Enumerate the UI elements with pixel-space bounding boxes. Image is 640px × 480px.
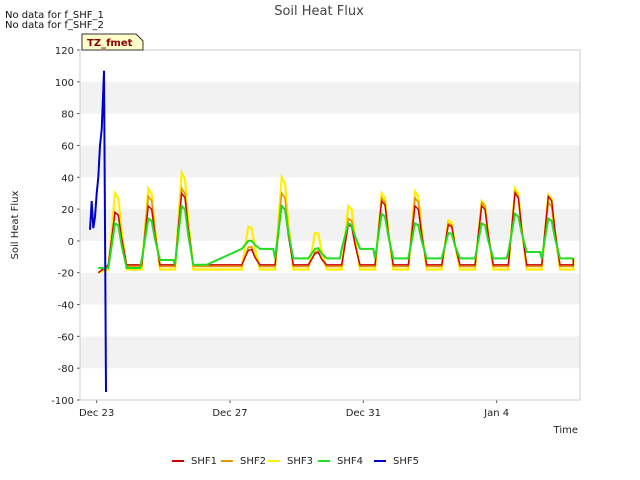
grid-band (80, 336, 580, 369)
legend-label-shf2: SHF2 (240, 456, 266, 467)
y-tick-label: -20 (58, 269, 74, 280)
y-axis-label: Soil Heat Flux (10, 190, 21, 259)
grid-band (80, 50, 580, 82)
x-tick-label: Dec 23 (79, 408, 114, 419)
grid-band (80, 304, 580, 337)
x-axis-ticks: Dec 23 Dec 27 Dec 31 Jan 4 (79, 400, 509, 419)
grid-band (80, 145, 580, 178)
x-tick-label: Jan 4 (483, 408, 509, 419)
y-tick-label: 120 (55, 46, 74, 57)
grid-band (80, 368, 580, 400)
y-tick-label: 100 (55, 78, 74, 89)
x-tick-label: Dec 31 (346, 408, 381, 419)
grid-band (80, 240, 580, 273)
legend-label-shf4: SHF4 (337, 456, 363, 467)
y-tick-label: 40 (61, 173, 74, 184)
legend: SHF1 SHF2 SHF3 SHF4 SHF5 (172, 456, 419, 467)
legend-label-shf5: SHF5 (393, 456, 419, 467)
y-tick-label: -80 (58, 364, 74, 375)
y-tick-label: 20 (61, 205, 74, 216)
grid-band (80, 272, 580, 305)
chart-title: Soil Heat Flux (274, 4, 364, 19)
y-tick-label: 80 (61, 110, 74, 121)
chart: -100-80-60-40-20020406080100120 Dec 23 De… (5, 4, 581, 467)
no-data-note-2: No data for f_SHF_2 (5, 20, 104, 31)
site-badge-label: TZ_fmet (87, 38, 133, 49)
y-tick-label: -100 (51, 396, 74, 407)
site-badge: TZ_fmet (81, 33, 144, 51)
y-tick-label: -60 (58, 332, 74, 343)
grid-band (80, 81, 580, 114)
grid-band (80, 177, 580, 210)
grid-band (80, 113, 580, 146)
x-tick-label: Dec 27 (212, 408, 247, 419)
y-tick-label: 60 (61, 141, 74, 152)
legend-label-shf3: SHF3 (287, 456, 313, 467)
x-axis-label: Time (553, 425, 578, 436)
y-tick-label: -40 (58, 301, 74, 312)
y-axis-ticks: -100 -80 -60 -40 -20 0 20 40 60 80 100 120 (51, 46, 80, 407)
y-tick-label: 0 (68, 237, 74, 248)
legend-label-shf1: SHF1 (191, 456, 217, 467)
